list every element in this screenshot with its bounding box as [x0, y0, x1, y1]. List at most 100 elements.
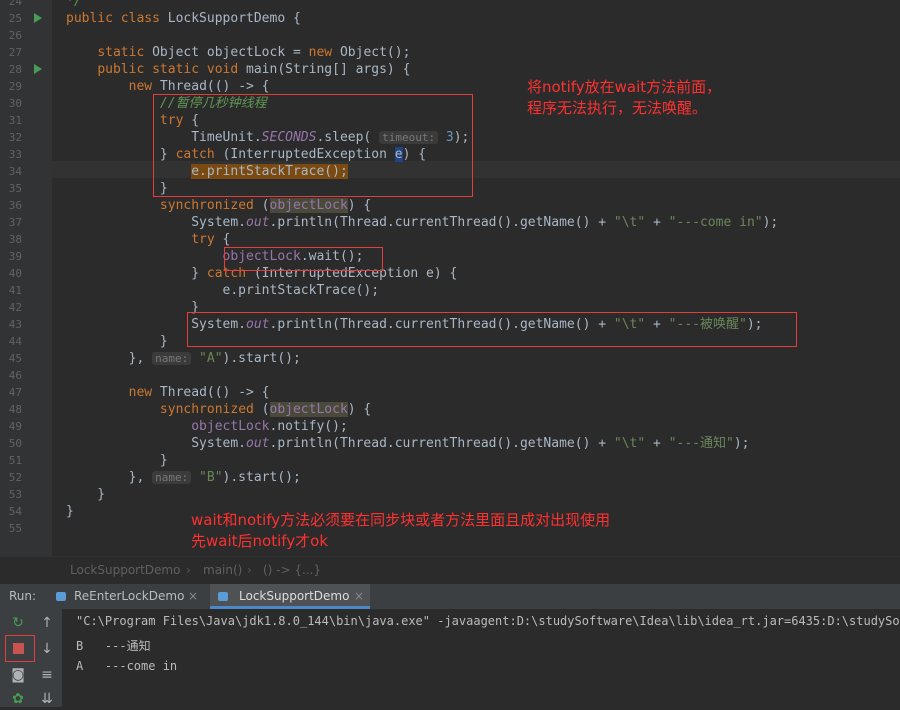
code-line[interactable]: 39 objectLock.wait(); — [0, 248, 900, 265]
breadcrumb-class[interactable]: LockSupportDemo — [70, 563, 180, 577]
code-line[interactable]: 40 } catch (InterruptedException e) { — [0, 265, 900, 282]
code-line[interactable]: 46 — [0, 367, 900, 384]
code-text: public static void main(String[] args) { — [97, 62, 411, 77]
soft-wrap-icon[interactable]: ≡ — [36, 664, 58, 686]
code-line[interactable]: 52 }, name: "B").start(); — [0, 469, 900, 486]
up-arrow-icon[interactable]: ↑ — [36, 612, 58, 634]
line-number: 42 — [8, 301, 22, 314]
code-text: TimeUnit.SECONDS.sleep( timeout: 3); — [66, 130, 470, 145]
line-number: 36 — [8, 199, 22, 212]
console-command-line: "C:\Program Files\Java\jdk1.8.0_144\bin\… — [76, 614, 900, 628]
annotation-note-1: 将notify放在wait方法前面， 程序无法执行，无法唤醒。 — [527, 77, 721, 119]
code-line[interactable]: 42 } — [0, 299, 900, 316]
code-line[interactable]: 28 public static void main(String[] args… — [0, 61, 900, 78]
code-text: new Thread(() -> { — [128, 79, 270, 94]
code-text: }, name: "B").start(); — [66, 470, 301, 485]
code-text: System.out.println(Thread.currentThread(… — [66, 317, 763, 332]
breadcrumb-sep-icon: › — [247, 563, 252, 577]
close-icon[interactable]: × — [188, 584, 198, 609]
line-number: 28 — [8, 63, 22, 76]
code-line[interactable]: 43 System.out.println(Thread.currentThre… — [0, 316, 900, 333]
code-line[interactable]: 34 e.printStackTrace(); — [0, 163, 900, 180]
line-number: 55 — [8, 522, 22, 535]
code-line[interactable]: 27 static Object objectLock = new Object… — [0, 44, 900, 61]
annotation-note-2-line1: wait和notify方法必须要在同步块或者方法里面且成对出现使用 — [191, 511, 611, 529]
close-icon[interactable]: × — [354, 584, 364, 609]
code-text: } — [66, 300, 200, 315]
code-text: e.printStackTrace(); — [66, 283, 380, 298]
breadcrumb-method[interactable]: main() — [203, 563, 242, 577]
code-text: } — [66, 453, 168, 468]
run-tool-window-header: Run: ReEnterLockDemo × LockSupportDemo × — [0, 583, 900, 610]
line-number: 37 — [8, 216, 22, 229]
console-output-line: A ---come in — [76, 659, 178, 673]
code-text: objectLock.notify(); — [191, 419, 348, 434]
line-number: 46 — [8, 369, 22, 382]
code-text: } catch (InterruptedException e) { — [66, 266, 458, 281]
line-number: 25 — [8, 12, 22, 25]
stop-icon[interactable] — [13, 643, 24, 654]
code-text: static Object objectLock = new Object(); — [97, 45, 411, 60]
breadcrumb-lambda[interactable]: () -> {...} — [263, 563, 321, 577]
run-label: Run: — [9, 589, 37, 603]
code-text: */ — [66, 0, 82, 9]
code-text: System.out.println(Thread.currentThread(… — [66, 436, 750, 451]
breadcrumb-sep-icon: › — [186, 563, 191, 577]
code-line[interactable]: 26 — [0, 27, 900, 44]
code-line[interactable]: 53 } — [0, 486, 900, 503]
code-text: } — [66, 181, 168, 196]
code-text: public class LockSupportDemo { — [66, 11, 301, 26]
code-line[interactable]: 31 try { — [0, 112, 900, 129]
tab-reenterlockdemo[interactable]: ReEnterLockDemo × — [52, 584, 202, 609]
line-number: 50 — [8, 437, 22, 450]
tab-label: LockSupportDemo — [239, 589, 350, 603]
run-gutter-icon[interactable] — [34, 64, 42, 74]
app-icon — [56, 592, 66, 601]
code-line[interactable]: 41 e.printStackTrace(); — [0, 282, 900, 299]
code-line[interactable]: 36 synchronized (objectLock) { — [0, 197, 900, 214]
code-line[interactable]: 47 new Thread(() -> { — [0, 384, 900, 401]
code-line[interactable]: 30 //暂停几秒钟线程 — [0, 95, 900, 112]
line-number: 27 — [8, 46, 22, 59]
code-line[interactable]: 38 try { — [0, 231, 900, 248]
line-number: 39 — [8, 250, 22, 263]
line-number: 53 — [8, 488, 22, 501]
line-number: 51 — [8, 454, 22, 467]
line-number: 48 — [8, 403, 22, 416]
code-line[interactable]: 45 }, name: "A").start(); — [0, 350, 900, 367]
line-number: 54 — [8, 505, 22, 518]
code-text: new Thread(() -> { — [128, 385, 270, 400]
line-number: 52 — [8, 471, 22, 484]
code-line[interactable]: 35 } — [0, 180, 900, 197]
code-line[interactable]: 44 } — [0, 333, 900, 350]
line-number: 47 — [8, 386, 22, 399]
console-output[interactable]: "C:\Program Files\Java\jdk1.8.0_144\bin\… — [62, 609, 900, 707]
code-line[interactable]: 32 TimeUnit.SECONDS.sleep( timeout: 3); — [0, 129, 900, 146]
code-text: } catch (InterruptedException e) { — [66, 147, 427, 162]
code-line[interactable]: 49 objectLock.notify(); — [0, 418, 900, 435]
code-line[interactable]: 24 */ — [0, 0, 900, 10]
code-editor[interactable]: 24 */ 25 public class LockSupportDemo {26 27… — [0, 0, 900, 556]
code-line[interactable]: 33 } catch (InterruptedException e) { — [0, 146, 900, 163]
down-arrow-icon[interactable]: ↓ — [36, 638, 58, 660]
rerun-icon[interactable]: ↻ — [7, 612, 29, 634]
console-output-line: B ---通知 — [76, 639, 151, 653]
code-line[interactable]: 48 synchronized (objectLock) { — [0, 401, 900, 418]
line-number: 31 — [8, 114, 22, 127]
tab-locksupportdemo[interactable]: LockSupportDemo × — [210, 584, 370, 609]
code-line[interactable]: 25 public class LockSupportDemo { — [0, 10, 900, 27]
annotation-note-1-line1: 将notify放在wait方法前面， — [527, 78, 722, 96]
code-line[interactable]: 50 System.out.println(Thread.currentThre… — [0, 435, 900, 452]
code-text: } — [66, 334, 168, 349]
run-gutter-icon[interactable] — [34, 13, 42, 23]
run-toolbar: ↻ ↑ ↓ ◙ ≡ ✿ ⇊ — [0, 609, 62, 707]
code-line[interactable]: 51 } — [0, 452, 900, 469]
code-line[interactable]: 29 new Thread(() -> { — [0, 78, 900, 95]
code-line[interactable]: 37 System.out.println(Thread.currentThre… — [0, 214, 900, 231]
code-text: //暂停几秒钟线程 — [159, 96, 267, 111]
line-number: 32 — [8, 131, 22, 144]
line-number: 30 — [8, 97, 22, 110]
line-number: 45 — [8, 352, 22, 365]
camera-icon[interactable]: ◙ — [7, 664, 29, 686]
line-number: 33 — [8, 148, 22, 161]
